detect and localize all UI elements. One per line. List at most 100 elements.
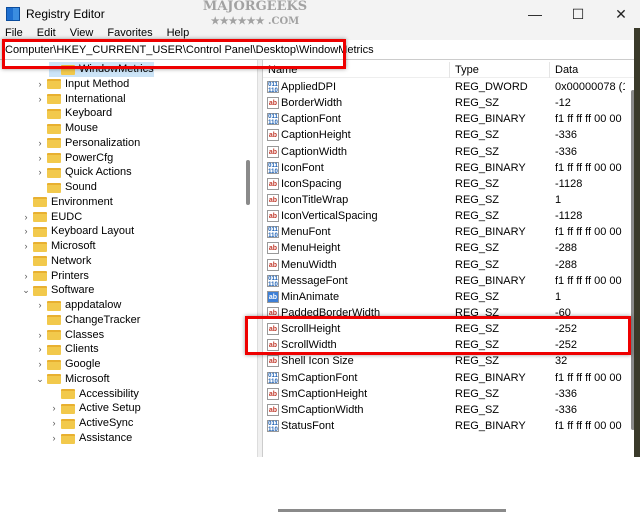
value-row[interactable]: 011110AppliedDPI REG_DWORD 0x00000078 (12 [263,79,625,95]
tree-item[interactable]: Environment [21,195,113,210]
tree-item[interactable]: › Personalization [35,136,141,151]
value-row[interactable]: ab SmCaptionWidth REG_SZ -336 [263,402,623,418]
tree-item[interactable]: › Printers [21,269,89,284]
tree-item[interactable]: Sound [35,180,97,195]
chevron-right-icon[interactable]: › [21,224,31,239]
minimize-button[interactable]: — [520,4,550,24]
tree-item[interactable]: ChangeTracker [35,313,140,328]
menu-file[interactable]: File [5,26,23,40]
chevron-right-icon[interactable]: › [35,357,45,372]
value-type: REG_SZ [455,145,500,158]
menu-bar: File Edit View Favorites Help [0,26,640,40]
value-row[interactable]: 011 110 SmCaptionFont REG_BINARY f1 ff ff ff… [263,370,625,386]
value-name: MenuHeight [281,242,341,255]
string-value-icon: ab [267,258,279,271]
value-row[interactable]: ab IconTitleWrap REG_SZ 1 [263,192,623,208]
tree-item-label: Classes [65,328,105,341]
tree-item[interactable]: Accessibility [49,387,139,402]
tree-item[interactable]: Mouse [35,121,98,136]
folder-icon [47,344,61,355]
tree-item-label: Keyboard [65,107,113,120]
value-row[interactable]: ab CaptionWidth REG_SZ -336 [263,144,623,160]
tree-item[interactable]: › ActiveSync [49,416,134,431]
tree-item[interactable]: › Keyboard Layout [21,224,135,239]
background-edge [634,28,640,457]
value-row[interactable]: 011 110 IconFont REG_BINARY f1 ff ff ff 00 0… [263,160,625,176]
value-row[interactable]: ab MenuWidth REG_SZ -288 [263,257,623,273]
value-type: REG_BINARY [455,161,526,174]
tree-item-label: Assistance [79,432,133,444]
value-type: REG_SZ [455,210,500,223]
chevron-right-icon[interactable]: › [49,401,59,416]
chevron-right-icon[interactable]: › [35,136,45,151]
tree-item-label: Mouse [65,122,99,135]
chevron-right-icon[interactable]: › [21,210,31,225]
tree-item[interactable]: Keyboard [35,106,112,121]
column-type[interactable]: Type [450,62,550,78]
value-row[interactable]: 011 110 MessageFont REG_BINARY f1 ff ff ff 0… [263,273,625,289]
value-row[interactable]: ab MenuHeight REG_SZ -288 [263,240,623,256]
string-value-icon: ab [267,290,279,303]
tree-item[interactable]: ⌄ Software [21,283,94,298]
tree-item[interactable]: › Clients [35,342,99,357]
value-row[interactable]: 011 110 CaptionFont REG_BINARY f1 ff ff ff 0… [263,111,625,127]
value-name: IconFont [281,161,324,174]
value-row[interactable]: ab MinAnimate REG_SZ 1 [263,289,623,305]
chevron-right-icon[interactable]: › [35,77,45,92]
chevron-right-icon[interactable]: › [35,342,45,357]
value-row[interactable]: ab BorderWidth REG_SZ -12 [263,95,623,111]
value-row[interactable]: 011 110 MenuFont REG_BINARY f1 ff ff ff 00 0… [263,224,625,240]
value-row[interactable]: 011 110 StatusFont REG_BINARY f1 ff ff ff 00… [263,418,625,434]
chevron-right-icon[interactable]: › [35,328,45,343]
registry-editor-icon [6,7,20,21]
menu-help[interactable]: Help [167,26,190,40]
value-data: f1 ff ff ff 00 00 0 [555,161,625,174]
tree-item[interactable]: › Google [35,357,101,372]
tree-item[interactable]: Network [21,254,91,269]
value-row[interactable]: ab Shell Icon Size REG_SZ 32 [263,353,623,369]
tree-item-label: Google [65,358,101,371]
value-data: f1 ff ff ff 00 00 0 [555,274,625,287]
chevron-right-icon[interactable]: › [49,431,59,446]
chevron-right-icon[interactable]: › [35,92,45,107]
folder-icon [47,359,61,370]
value-data: f1 ff ff ff 00 00 0 [555,113,625,126]
folder-icon [47,374,61,385]
value-row[interactable]: ab CaptionHeight REG_SZ -336 [263,127,623,143]
tree-item[interactable]: › Classes [35,328,105,343]
value-row[interactable]: ab IconVerticalSpacing REG_SZ -1128 [263,208,623,224]
tree-item[interactable]: › Microsoft [21,239,96,254]
folder-icon [33,226,47,237]
tree-item[interactable]: › Quick Actions [35,165,132,180]
chevron-right-icon[interactable]: › [21,239,31,254]
menu-view[interactable]: View [70,26,94,40]
column-data[interactable]: Data [550,62,630,78]
menu-edit[interactable]: Edit [37,26,56,40]
folder-icon [47,138,61,149]
close-button[interactable]: ✕ [606,4,636,24]
menu-favorites[interactable]: Favorites [107,26,152,40]
value-data: -288 [555,242,578,255]
tree-item-label: ChangeTracker [65,313,141,326]
tree-item[interactable]: › PowerCfg [35,151,114,166]
tree-item-label: Active Setup [79,402,141,415]
tree-item[interactable]: › Active Setup [49,401,141,416]
tree-item[interactable]: ⌄ Microsoft [35,372,109,387]
chevron-right-icon[interactable]: › [49,416,59,431]
maximize-button[interactable]: ☐ [563,4,593,24]
chevron-down-icon[interactable]: ⌄ [21,283,31,298]
tree-item[interactable]: › Assistance [49,431,133,446]
chevron-down-icon[interactable]: ⌄ [35,372,45,387]
tree-item[interactable]: › Input Method [35,77,130,92]
chevron-right-icon[interactable]: › [35,298,45,313]
tree-vertical-scrollbar[interactable] [246,160,250,205]
chevron-right-icon[interactable]: › [35,165,45,180]
value-row[interactable]: ab SmCaptionHeight REG_SZ -336 [263,386,623,402]
chevron-right-icon[interactable]: › [21,269,31,284]
tree-item[interactable]: › appdatalow [35,298,122,313]
tree-item[interactable]: › EUDC [21,210,83,225]
value-name: SmCaptionHeight [281,387,368,400]
tree-item[interactable]: › International [35,92,126,107]
chevron-right-icon[interactable]: › [35,151,45,166]
value-row[interactable]: ab IconSpacing REG_SZ -1128 [263,176,623,192]
